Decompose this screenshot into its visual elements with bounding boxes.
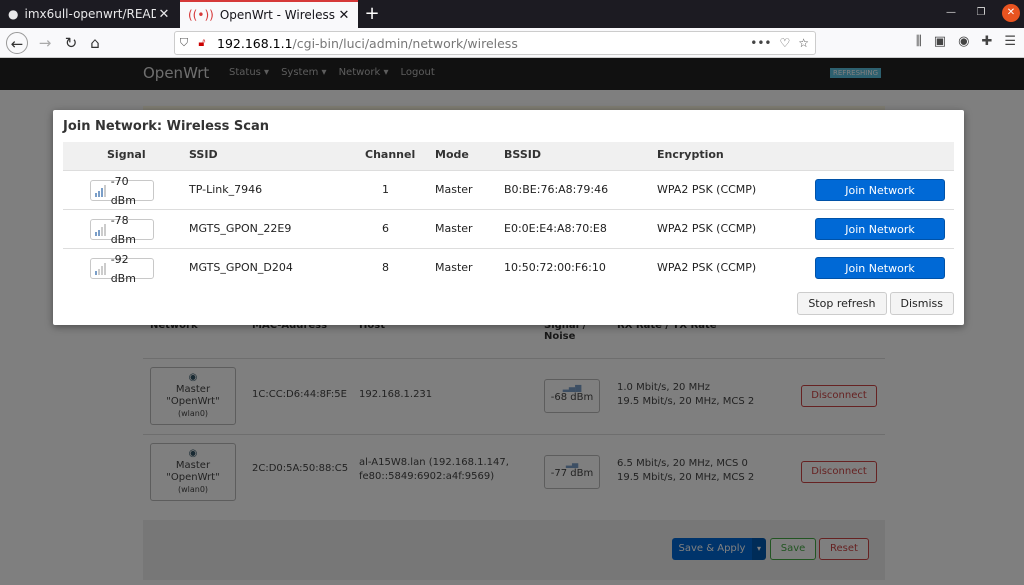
tab-title: OpenWrt - Wireless - Lu( bbox=[219, 8, 336, 22]
mode: Master bbox=[435, 222, 473, 235]
signal-strength-icon bbox=[95, 223, 108, 236]
signal-value: -70 dBm bbox=[110, 174, 136, 207]
table-row: -92 dBm MGTS_GPON_D204 8 Master 10:50:72… bbox=[63, 248, 954, 287]
stop-refresh-button[interactable]: Stop refresh bbox=[797, 292, 887, 315]
window-controls: — ❐ ✕ bbox=[942, 4, 1020, 22]
col-encryption: Encryption bbox=[657, 148, 724, 161]
forward-button[interactable]: → bbox=[34, 32, 56, 54]
bssid: E0:0E:E4:A8:70:E8 bbox=[504, 222, 607, 235]
bookmark-star-icon[interactable]: ☆ bbox=[798, 36, 809, 50]
bssid: B0:BE:76:A8:79:46 bbox=[504, 183, 609, 196]
encryption: WPA2 PSK (CCMP) bbox=[657, 261, 757, 274]
close-icon[interactable]: ✕ bbox=[336, 8, 352, 23]
page-actions-icon[interactable]: ••• bbox=[750, 36, 771, 50]
extensions-icon[interactable]: ✚ bbox=[981, 34, 992, 49]
github-icon: ● bbox=[8, 7, 19, 21]
col-ssid: SSID bbox=[189, 148, 218, 161]
tab-readme[interactable]: ● imx6ull-openwrt/READM ✕ bbox=[0, 0, 178, 28]
encryption: WPA2 PSK (CCMP) bbox=[657, 222, 757, 235]
dialog-title: Join Network: Wireless Scan bbox=[63, 119, 270, 134]
minimize-button[interactable]: — bbox=[942, 4, 960, 22]
restore-button[interactable]: ❐ bbox=[972, 4, 990, 22]
pocket-icon[interactable]: ♡ bbox=[779, 36, 790, 50]
col-signal: Signal bbox=[107, 148, 146, 161]
ssid: MGTS_GPON_D204 bbox=[189, 261, 293, 274]
signal-strength-icon bbox=[95, 184, 108, 197]
url-bar[interactable]: ⛉ 🔓︎ 192.168.1.1/cgi-bin/luci/admin/netw… bbox=[174, 31, 816, 55]
tab-title: imx6ull-openwrt/READM bbox=[24, 7, 156, 21]
back-button[interactable]: ← bbox=[6, 32, 28, 54]
dialog-actions: Stop refresh Dismiss bbox=[797, 292, 954, 315]
ssid: MGTS_GPON_22E9 bbox=[189, 222, 292, 235]
wireless-scan-dialog: Join Network: Wireless Scan Signal SSID … bbox=[53, 110, 964, 325]
channel: 1 bbox=[382, 183, 389, 196]
dismiss-button[interactable]: Dismiss bbox=[889, 292, 954, 315]
ssid: TP-Link_7946 bbox=[189, 183, 263, 196]
channel: 6 bbox=[382, 222, 389, 235]
mode: Master bbox=[435, 183, 473, 196]
bssid: 10:50:72:00:F6:10 bbox=[504, 261, 606, 274]
signal-badge: -78 dBm bbox=[90, 214, 154, 246]
browser-tab-bar: ● imx6ull-openwrt/READM ✕ ((•)) OpenWrt … bbox=[0, 0, 1024, 28]
signal-value: -78 dBm bbox=[110, 213, 136, 246]
signal-value: -92 dBm bbox=[110, 252, 136, 285]
url-host: 192.168.1.1 bbox=[217, 35, 293, 51]
insecure-lock-icon[interactable]: 🔓︎ bbox=[193, 36, 211, 50]
url-path: /cgi-bin/luci/admin/network/wireless bbox=[292, 35, 518, 51]
col-mode: Mode bbox=[435, 148, 469, 161]
signal-badge: -70 dBm bbox=[90, 175, 154, 207]
signal-badge: -92 dBm bbox=[90, 253, 154, 285]
reload-button[interactable]: ↻ bbox=[60, 32, 82, 54]
mode: Master bbox=[435, 261, 473, 274]
close-window-button[interactable]: ✕ bbox=[1002, 4, 1020, 22]
join-network-button[interactable]: Join Network bbox=[815, 218, 945, 240]
menu-icon[interactable]: ☰ bbox=[1004, 34, 1016, 49]
table-row: -78 dBm MGTS_GPON_22E9 6 Master E0:0E:E4… bbox=[63, 209, 954, 248]
library-icon[interactable]: ⫼ bbox=[916, 34, 922, 49]
browser-toolbar: ← → ↻ ⌂ ⛉ 🔓︎ 192.168.1.1/cgi-bin/luci/ad… bbox=[0, 28, 1024, 58]
signal-strength-icon bbox=[95, 262, 108, 275]
close-icon[interactable]: ✕ bbox=[156, 7, 172, 22]
join-network-button[interactable]: Join Network bbox=[815, 257, 945, 279]
table-row: -70 dBm TP-Link_7946 1 Master B0:BE:76:A… bbox=[63, 170, 954, 209]
wireless-icon: ((•)) bbox=[188, 8, 214, 22]
tab-openwrt-wireless[interactable]: ((•)) OpenWrt - Wireless - Lu( ✕ bbox=[180, 0, 358, 28]
account-icon[interactable]: ◉ bbox=[958, 34, 969, 49]
new-tab-button[interactable]: + bbox=[362, 3, 382, 24]
home-button[interactable]: ⌂ bbox=[84, 32, 106, 54]
sidebar-icon[interactable]: ▣ bbox=[934, 34, 946, 49]
col-bssid: BSSID bbox=[504, 148, 541, 161]
channel: 8 bbox=[382, 261, 389, 274]
join-network-button[interactable]: Join Network bbox=[815, 179, 945, 201]
col-channel: Channel bbox=[365, 148, 416, 161]
shield-icon[interactable]: ⛉ bbox=[175, 36, 193, 50]
encryption: WPA2 PSK (CCMP) bbox=[657, 183, 757, 196]
